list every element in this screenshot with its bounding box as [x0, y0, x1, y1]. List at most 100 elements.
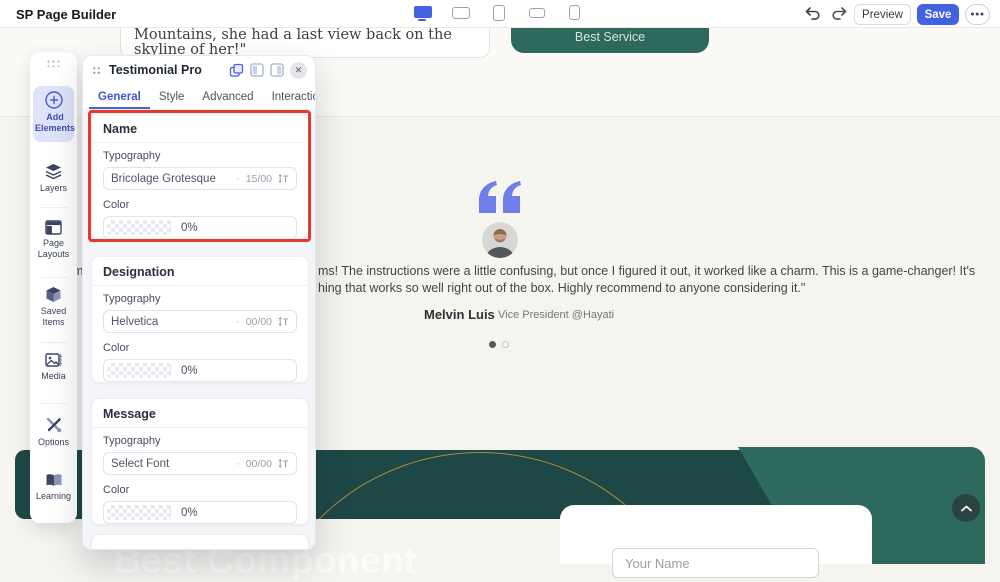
sidebar-item-label: Learning: [35, 491, 72, 501]
dock-left-icon[interactable]: [250, 63, 264, 77]
book-icon: [46, 474, 61, 486]
layers-icon: [45, 164, 62, 180]
color-label: Color: [103, 342, 130, 354]
font-size-value: 15/00: [245, 172, 272, 185]
save-button[interactable]: Save: [917, 4, 959, 25]
quote-icon: [478, 181, 522, 218]
more-options-button[interactable]: ●●●: [965, 4, 990, 25]
scroll-to-top-button[interactable]: [952, 494, 980, 522]
ellipsis-icon: ●●●: [970, 11, 985, 18]
sidebar-item-add-elements[interactable]: Add Elements: [33, 86, 76, 142]
chevron-up-icon: [960, 505, 972, 511]
tab-interaction[interactable]: Interaction: [263, 84, 315, 109]
best-service-button[interactable]: Best Service: [511, 28, 709, 53]
top-toolbar: SP Page Builder Preview Save ●●●: [0, 0, 1000, 28]
preview-label: Preview: [862, 8, 903, 21]
divider: [92, 427, 308, 428]
opacity-value: 0%: [181, 364, 198, 377]
undo-icon[interactable]: [804, 7, 822, 22]
text-height-icon: [278, 173, 288, 184]
typography-label: Typography: [103, 150, 161, 162]
best-service-label: Best Service: [574, 30, 646, 44]
font-select-name[interactable]: Bricolage Grotesque · 15/00: [103, 167, 297, 190]
testimonial-text-line2: hing that works so well right out of the…: [318, 281, 806, 295]
divider: [92, 142, 308, 143]
transparency-swatch[interactable]: [107, 220, 171, 235]
tab-general[interactable]: General: [89, 84, 150, 109]
font-select-designation[interactable]: Helvetica · 00/00: [103, 310, 297, 333]
sidebar-divider: [39, 403, 68, 404]
desktop-view-icon[interactable]: [414, 6, 432, 21]
testimonial-text-line1: ms! The instructions were a little confu…: [318, 264, 976, 278]
plus-circle-icon: [44, 91, 63, 109]
cube-icon: [46, 287, 61, 302]
panel-header: Testimonial Pro ✕: [83, 56, 315, 84]
section-card-partial: [91, 534, 309, 549]
dock-right-icon[interactable]: [270, 63, 284, 77]
preview-button[interactable]: Preview: [854, 4, 911, 25]
avatar: [482, 222, 518, 258]
tab-advanced[interactable]: Advanced: [193, 84, 262, 109]
section-card-designation: Designation Typography Helvetica · 00/00…: [91, 256, 309, 383]
panel-title: Testimonial Pro: [109, 63, 202, 77]
panel-tab-bar: General Style Advanced Interaction: [83, 84, 315, 110]
redo-icon[interactable]: [830, 7, 848, 22]
sidebar-drag-handle[interactable]: [46, 59, 60, 67]
mobile-landscape-view-icon[interactable]: [529, 8, 545, 18]
tab-label: Interaction: [271, 90, 315, 103]
save-label: Save: [924, 8, 952, 21]
section-card-name: Name Typography Bricolage Grotesque · 15…: [91, 113, 309, 239]
section-title: Message: [103, 407, 156, 421]
color-picker-designation[interactable]: 0%: [103, 359, 297, 382]
sidebar-item-media[interactable]: Media: [30, 352, 77, 382]
sidebar-item-label: Saved Items: [40, 306, 67, 327]
close-icon[interactable]: ✕: [290, 61, 307, 79]
carousel-dot[interactable]: [502, 341, 509, 348]
panel-drag-handle[interactable]: [92, 65, 101, 75]
sidebar-item-saved-items[interactable]: Saved Items: [30, 286, 77, 327]
typography-label: Typography: [103, 435, 161, 447]
tab-label: Advanced: [202, 90, 254, 103]
sidebar-item-label: Add Elements: [34, 112, 76, 133]
sidebar-item-page-layouts[interactable]: Page Layouts: [30, 220, 77, 259]
tablet-portrait-view-icon[interactable]: [493, 5, 505, 21]
typography-label: Typography: [103, 293, 161, 305]
transparency-swatch[interactable]: [107, 505, 171, 520]
separator-dot: ·: [236, 457, 240, 470]
section-title: Name: [103, 122, 138, 136]
sidebar-item-learning[interactable]: Learning: [30, 473, 77, 502]
color-label: Color: [103, 484, 130, 496]
sidebar-item-options[interactable]: Options: [30, 416, 77, 448]
tablet-landscape-view-icon[interactable]: [452, 7, 470, 19]
carousel-dot-active[interactable]: [489, 341, 496, 348]
opacity-value: 0%: [181, 506, 198, 519]
tools-icon: [46, 417, 61, 433]
transparency-swatch[interactable]: [107, 363, 171, 378]
sidebar-divider: [39, 445, 68, 446]
testimonial-author-name: Melvin Luis: [424, 307, 495, 322]
testimonial-author-designation: Vice President @Hayati: [498, 309, 615, 321]
sidebar-divider: [39, 342, 68, 343]
desktop-stand: [418, 19, 426, 21]
sidebar-item-label: Page Layouts: [37, 238, 70, 259]
font-size-value: 00/00: [245, 315, 272, 328]
color-picker-message[interactable]: 0%: [103, 501, 297, 524]
sidebar-item-layers[interactable]: Layers: [30, 163, 77, 194]
mobile-portrait-view-icon[interactable]: [569, 5, 580, 20]
text-height-icon: [278, 316, 288, 327]
sidebar-item-label: Media: [41, 371, 66, 381]
media-icon: [44, 353, 62, 367]
tab-style[interactable]: Style: [150, 84, 194, 109]
color-picker-name[interactable]: 0%: [103, 216, 297, 238]
duplicate-icon[interactable]: [229, 63, 244, 78]
section-title: Designation: [103, 265, 175, 279]
app-title: SP Page Builder: [16, 7, 117, 22]
text-height-icon: [278, 458, 288, 469]
hero-text-line1: Mountains, she had a last view back on t…: [134, 28, 452, 43]
font-select-message[interactable]: Select Font · 00/00: [103, 452, 297, 475]
section-card-message: Message Typography Select Font · 00/00 C…: [91, 398, 309, 525]
your-name-input[interactable]: [612, 548, 819, 578]
testimonial-pro-panel: Testimonial Pro ✕ General Style Advanced…: [82, 55, 316, 550]
font-size-value: 00/00: [245, 457, 272, 470]
separator-dot: ·: [236, 172, 240, 185]
